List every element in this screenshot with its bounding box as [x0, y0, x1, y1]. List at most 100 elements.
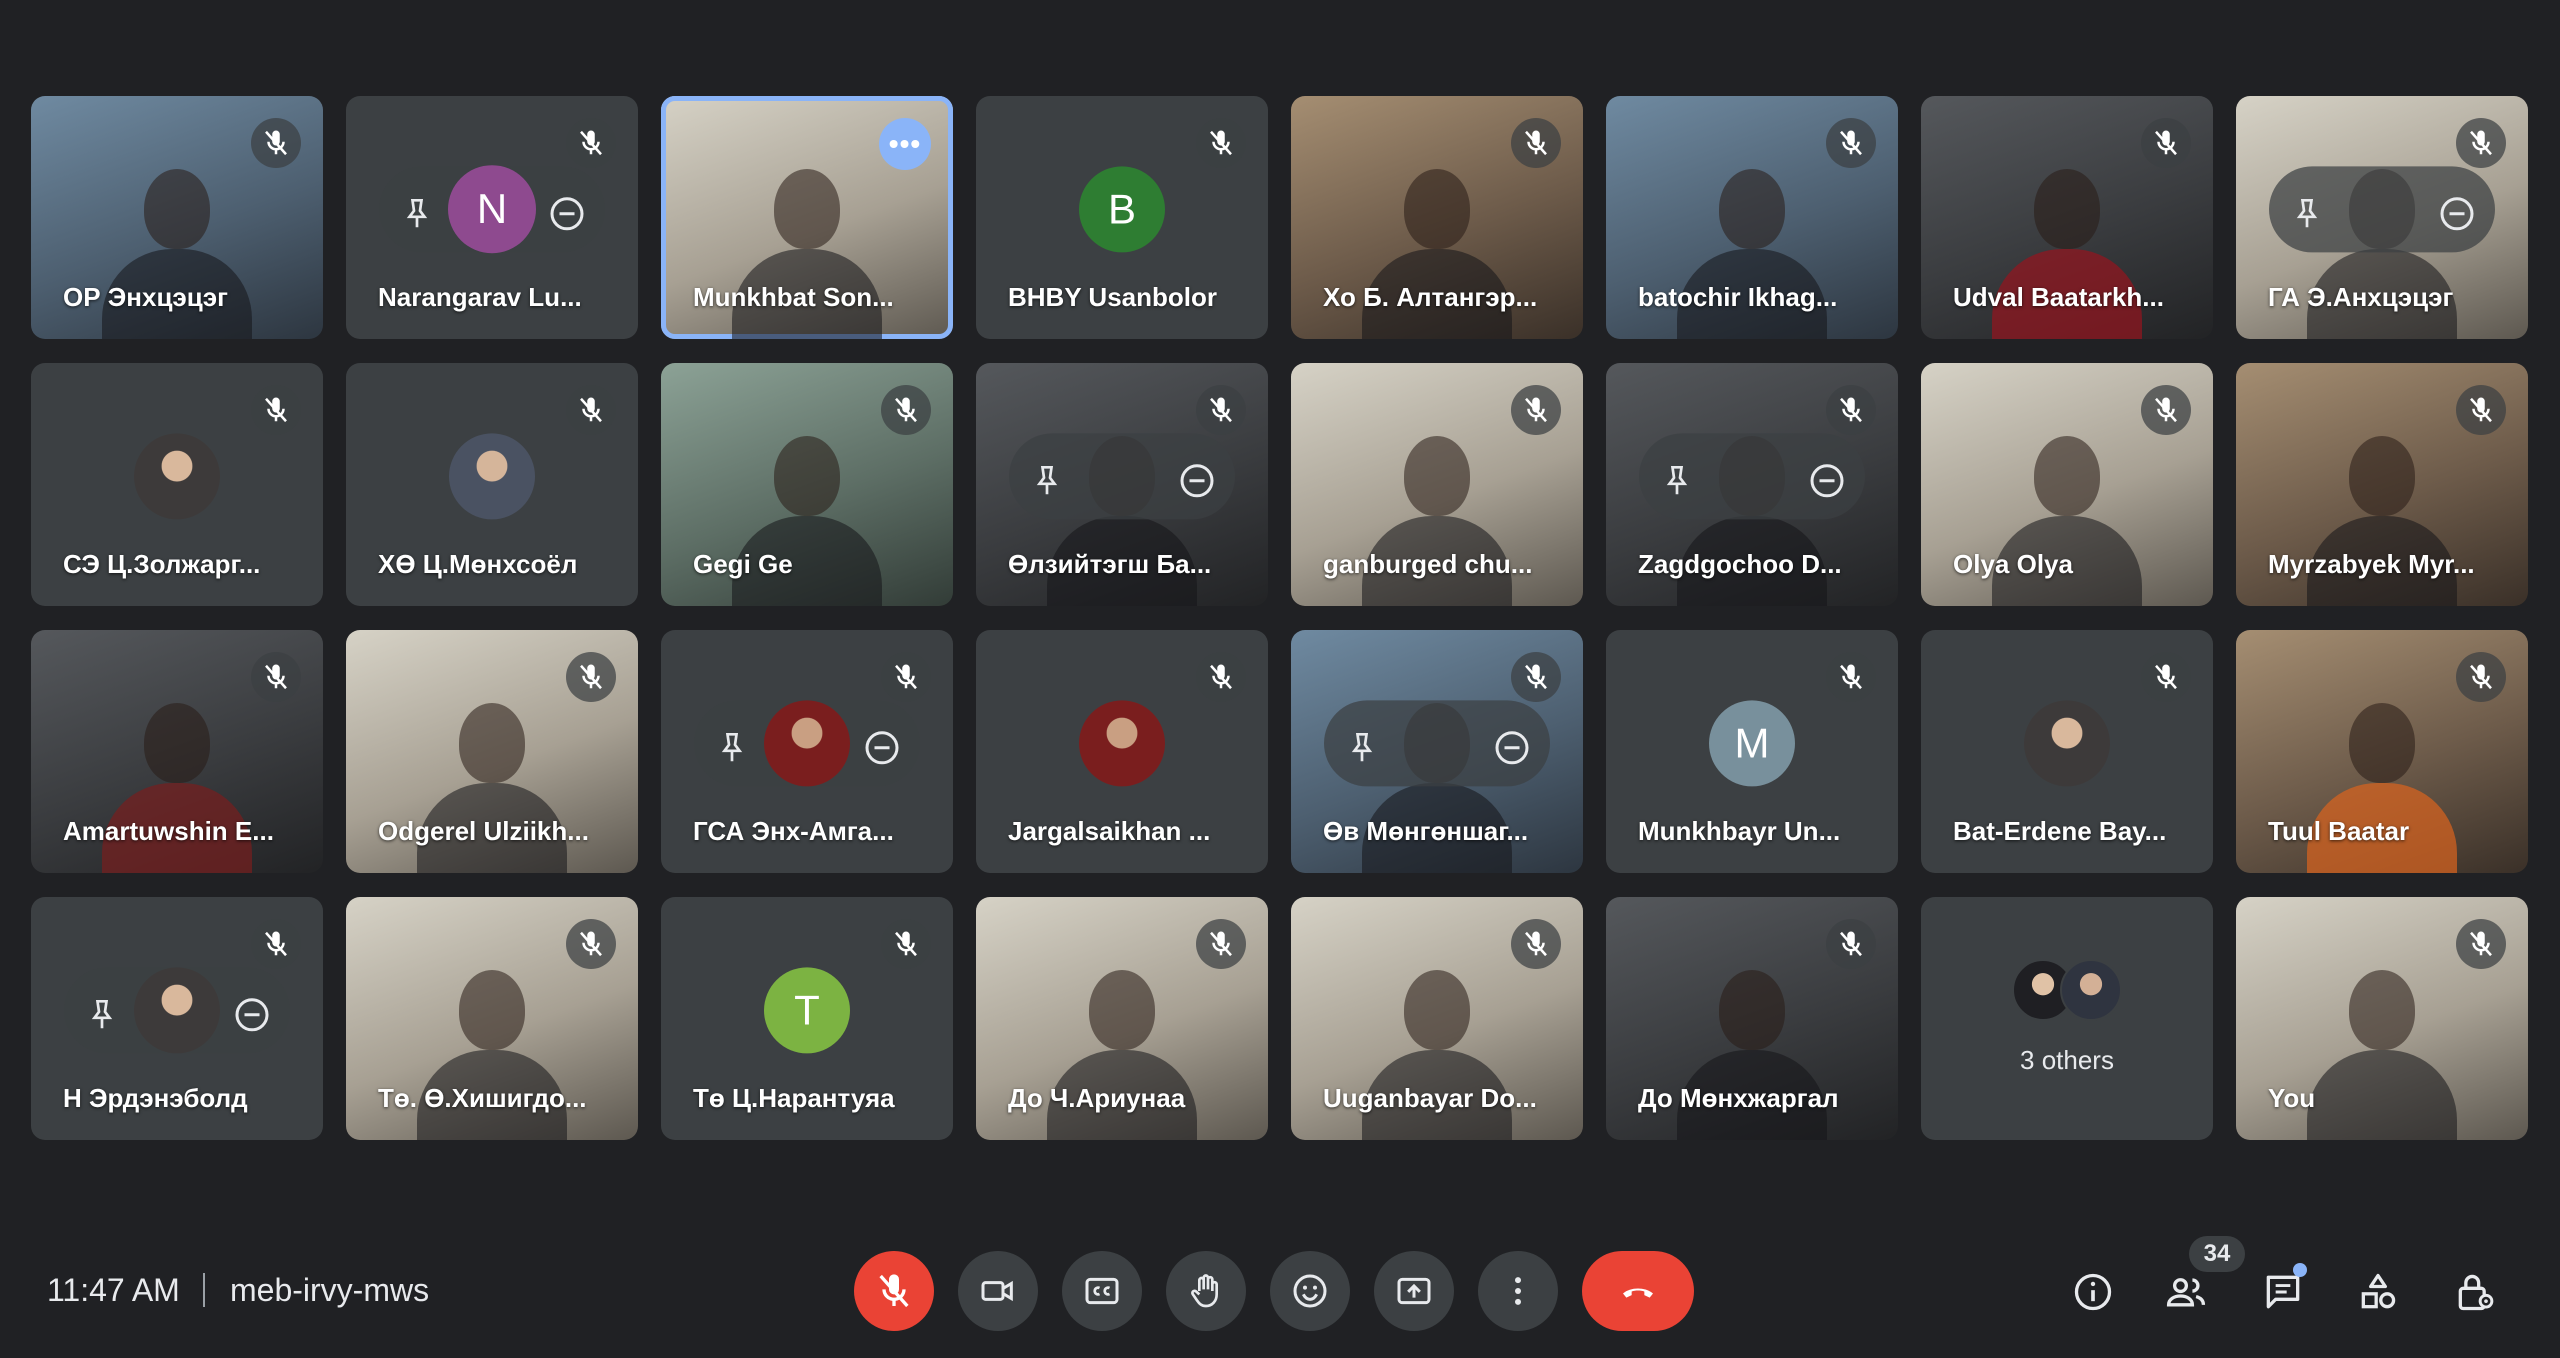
mic-off-icon: [1826, 919, 1876, 969]
participant-tile[interactable]: До Мөнхжаргал: [1606, 897, 1898, 1140]
participant-tile[interactable]: ganburged chu...: [1291, 363, 1583, 606]
mic-off-icon: [1196, 118, 1246, 168]
captions-button[interactable]: [1062, 1251, 1142, 1331]
participant-tile[interactable]: Uuganbayar Do...: [1291, 897, 1583, 1140]
mic-off-icon: [1511, 919, 1561, 969]
remove-icon[interactable]: [1176, 459, 1218, 501]
raise-hand-button[interactable]: [1166, 1251, 1246, 1331]
participant-tile[interactable]: N Narangarav Lu...: [346, 96, 638, 339]
present-screen-button[interactable]: [1374, 1251, 1454, 1331]
host-controls-icon: [2458, 1274, 2494, 1311]
participant-tile[interactable]: До Ч.Ариунаа: [976, 897, 1268, 1140]
participant-name: До Мөнхжаргал: [1638, 1083, 1839, 1113]
participant-tile[interactable]: Amartuwshin E...: [31, 630, 323, 873]
mic-off-icon: [2456, 118, 2506, 168]
mic-off-icon: [2141, 118, 2191, 168]
participant-tile[interactable]: Тө. Ө.Хишигдо...: [346, 897, 638, 1140]
meeting-details-button[interactable]: [2065, 1264, 2121, 1320]
participant-name: ГА Э.Анхцэцэг: [2268, 282, 2454, 312]
participant-name: Uuganbayar Do...: [1323, 1083, 1537, 1113]
mic-off-icon: [251, 385, 301, 435]
meeting-time: 11:47 AM: [47, 1272, 180, 1308]
participant-name: ОР Энхцэцэг: [63, 282, 228, 312]
participant-tile[interactable]: Tuul Baatar: [2236, 630, 2528, 873]
pin-icon[interactable]: [81, 993, 123, 1035]
remove-icon[interactable]: [2436, 192, 2478, 234]
pin-icon[interactable]: [1026, 459, 1068, 501]
emoji-icon: [1293, 1274, 1327, 1308]
more-options-button[interactable]: [1478, 1251, 1558, 1331]
remove-icon[interactable]: [1806, 459, 1848, 501]
mic-off-icon: [2456, 385, 2506, 435]
mic-off-icon: [1826, 652, 1876, 702]
activities-button[interactable]: [2350, 1264, 2406, 1320]
participant-tile[interactable]: batochir Ikhag...: [1606, 96, 1898, 339]
participant-tile[interactable]: Н Эрдэнэболд: [31, 897, 323, 1140]
participant-name: Narangarav Lu...: [378, 282, 582, 312]
mic-off-icon: [881, 385, 931, 435]
participant-tile[interactable]: T Тө Ц.Нарантуяа: [661, 897, 953, 1140]
participant-name: Tuul Baatar: [2268, 816, 2410, 846]
participant-tile-active[interactable]: ••• Munkhbat Son...: [661, 96, 953, 339]
more-vert-icon: [1515, 1277, 1521, 1305]
participant-name: Н Эрдэнэболд: [63, 1083, 248, 1113]
mic-off-icon: [881, 652, 931, 702]
participant-name: Olya Olya: [1953, 549, 2073, 579]
mic-toggle-button[interactable]: [854, 1251, 934, 1331]
participant-tile[interactable]: ГА Э.Анхцэцэг: [2236, 96, 2528, 339]
pin-icon[interactable]: [396, 192, 438, 234]
camera-toggle-button[interactable]: [958, 1251, 1038, 1331]
participant-name: До Ч.Ариунаа: [1008, 1083, 1186, 1113]
participant-tile[interactable]: Gegi Ge: [661, 363, 953, 606]
mic-off-icon: [1196, 652, 1246, 702]
info-icon: [2074, 1273, 2112, 1311]
participant-name: Тө Ц.Нарантуяа: [693, 1083, 895, 1113]
participant-tile[interactable]: Bat-Erdene Bay...: [1921, 630, 2213, 873]
participant-name: Хо Б. Алтангэр...: [1323, 282, 1538, 312]
participant-tile[interactable]: Өлзийтэгш Ба...: [976, 363, 1268, 606]
participant-tile[interactable]: ГСА Энх-Амга...: [661, 630, 953, 873]
participant-tile[interactable]: ХӨ Ц.Мөнхсоёл: [346, 363, 638, 606]
pin-icon[interactable]: [1341, 726, 1383, 768]
avatar: [1079, 699, 1165, 786]
raise-hand-icon: [1191, 1274, 1218, 1308]
activities-icon: [2361, 1273, 2396, 1309]
people-button[interactable]: [2158, 1264, 2214, 1320]
participant-tile[interactable]: СЭ Ц.Золжарг...: [31, 363, 323, 606]
participant-tile[interactable]: Myrzabyek Myr...: [2236, 363, 2528, 606]
host-controls-button[interactable]: [2447, 1264, 2503, 1320]
participant-tile[interactable]: Odgerel Ulziikh...: [346, 630, 638, 873]
participant-name: Zagdgochoo D...: [1638, 549, 1842, 579]
mic-off-icon: [566, 652, 616, 702]
participant-tile[interactable]: Udval Baatarkh...: [1921, 96, 2213, 339]
people-icon: [2166, 1278, 2206, 1307]
participant-name: Amartuwshin E...: [63, 816, 274, 846]
participant-tile[interactable]: Jargalsaikhan ...: [976, 630, 1268, 873]
participant-tile[interactable]: Өв Мөнгөншаг...: [1291, 630, 1583, 873]
end-call-button[interactable]: [1582, 1251, 1694, 1331]
emoji-button[interactable]: [1270, 1251, 1350, 1331]
participant-tile[interactable]: ОР Энхцэцэг: [31, 96, 323, 339]
mic-off-icon: [1196, 385, 1246, 435]
remove-icon[interactable]: [231, 993, 273, 1035]
participant-tile[interactable]: Zagdgochoo D...: [1606, 363, 1898, 606]
pin-icon[interactable]: [1656, 459, 1698, 501]
pin-icon[interactable]: [711, 726, 753, 768]
participant-tile[interactable]: M Munkhbayr Un...: [1606, 630, 1898, 873]
avatar: [2060, 959, 2122, 1021]
remove-icon[interactable]: [546, 192, 588, 234]
participant-tile[interactable]: Olya Olya: [1921, 363, 2213, 606]
mic-off-icon: [1511, 385, 1561, 435]
self-tile[interactable]: You: [2236, 897, 2528, 1140]
pin-icon[interactable]: [2286, 192, 2328, 234]
more-options-icon[interactable]: •••: [879, 118, 931, 170]
others-tile[interactable]: 3 others: [1921, 897, 2213, 1140]
remove-icon[interactable]: [861, 726, 903, 768]
participant-name: Udval Baatarkh...: [1953, 282, 2164, 312]
participant-tile[interactable]: B BHBY Usanbolor: [976, 96, 1268, 339]
end-call-icon: [1623, 1288, 1653, 1298]
remove-icon[interactable]: [1491, 726, 1533, 768]
participant-tile[interactable]: Хо Б. Алтангэр...: [1291, 96, 1583, 339]
participant-video: [2307, 950, 2457, 1140]
participant-count-badge: 34: [2189, 1236, 2245, 1272]
